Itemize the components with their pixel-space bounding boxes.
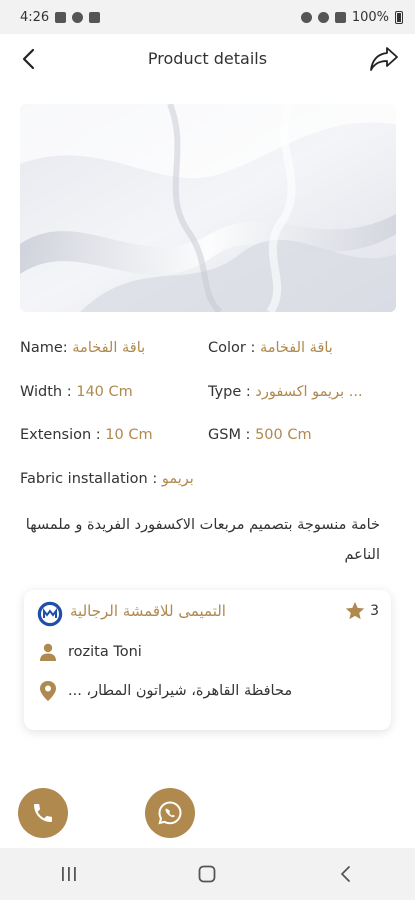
share-icon[interactable] — [369, 44, 399, 72]
gallery-icon — [55, 11, 67, 23]
store-logo — [36, 600, 64, 628]
recent-apps-button[interactable] — [49, 859, 89, 889]
store-name[interactable]: التميمى للاقمشة الرجالية — [70, 602, 226, 620]
address-text: محافظة القاهرة، شيراتون المطار، ... — [68, 683, 293, 699]
extension-value: 10 Cm — [105, 427, 153, 443]
store-address: محافظة القاهرة، شيراتون المطار، ... — [38, 680, 292, 702]
checkbox-icon — [89, 11, 101, 23]
name-value: باقة الفخامة — [72, 340, 146, 356]
owner-name: rozita Toni — [68, 644, 142, 660]
alarm-icon — [300, 11, 312, 23]
location-pin-icon — [40, 681, 56, 701]
recent-apps-icon — [62, 867, 76, 881]
type-value: بريمو اكسفورد ... — [255, 384, 363, 400]
store-owner: rozita Toni — [38, 642, 142, 662]
signal-icon — [334, 11, 346, 23]
store-card[interactable]: 3 التميمى للاقمشة الرجالية rozita Toni م… — [24, 590, 391, 730]
phone-icon — [34, 804, 52, 822]
product-description: خامة منسوجة بتصميم مربعات الاكسفورد الفر… — [25, 517, 380, 563]
field-extension: Extension : 10 Cm — [20, 427, 153, 443]
app-header: Product details — [0, 34, 415, 82]
color-value: باقة الفخامة — [259, 340, 333, 356]
status-time: 4:26 — [20, 9, 50, 25]
product-image[interactable] — [20, 104, 396, 312]
notification-icon — [72, 11, 84, 23]
width-label: Width : — [20, 384, 72, 400]
page-title: Product details — [147, 48, 268, 68]
gsm-label: GSM : — [208, 427, 251, 443]
field-name: Name: باقة الفخامة — [20, 340, 145, 356]
whatsapp-icon — [158, 801, 182, 825]
home-button[interactable] — [187, 859, 227, 889]
rating-value: 3 — [370, 603, 379, 619]
person-icon — [40, 643, 56, 661]
back-chevron-icon — [340, 866, 350, 882]
battery-percent: 100% — [351, 9, 389, 25]
arrow-left-icon[interactable] — [16, 46, 42, 72]
wifi-icon — [317, 11, 329, 23]
store-rating: 3 — [344, 600, 379, 622]
installation-value: بريمو — [161, 471, 194, 487]
star-icon — [345, 601, 365, 620]
field-gsm: GSM : 500 Cm — [208, 427, 312, 443]
extension-label: Extension : — [20, 427, 101, 443]
width-value: 140 Cm — [76, 384, 133, 400]
type-label: Type : — [208, 384, 251, 400]
whatsapp-button[interactable] — [145, 788, 195, 838]
color-label: Color : — [208, 340, 256, 356]
field-type: Type : بريمو اكسفورد ... — [208, 384, 363, 400]
call-button[interactable] — [18, 788, 68, 838]
status-bar: 4:26 100% — [0, 0, 415, 34]
gsm-value: 500 Cm — [255, 427, 312, 443]
field-color: Color : باقة الفخامة — [208, 340, 333, 356]
field-installation: Fabric installation : بريمو — [20, 471, 194, 487]
name-label: Name: — [20, 340, 68, 356]
field-width: Width : 140 Cm — [20, 384, 133, 400]
installation-label: Fabric installation : — [20, 471, 158, 487]
status-left: 4:26 — [20, 9, 101, 25]
back-button[interactable] — [326, 859, 366, 889]
fabric-image — [20, 104, 396, 312]
status-right: 100% — [300, 9, 403, 25]
system-nav-bar — [0, 848, 415, 900]
home-icon — [199, 865, 216, 883]
battery-icon — [395, 10, 403, 24]
